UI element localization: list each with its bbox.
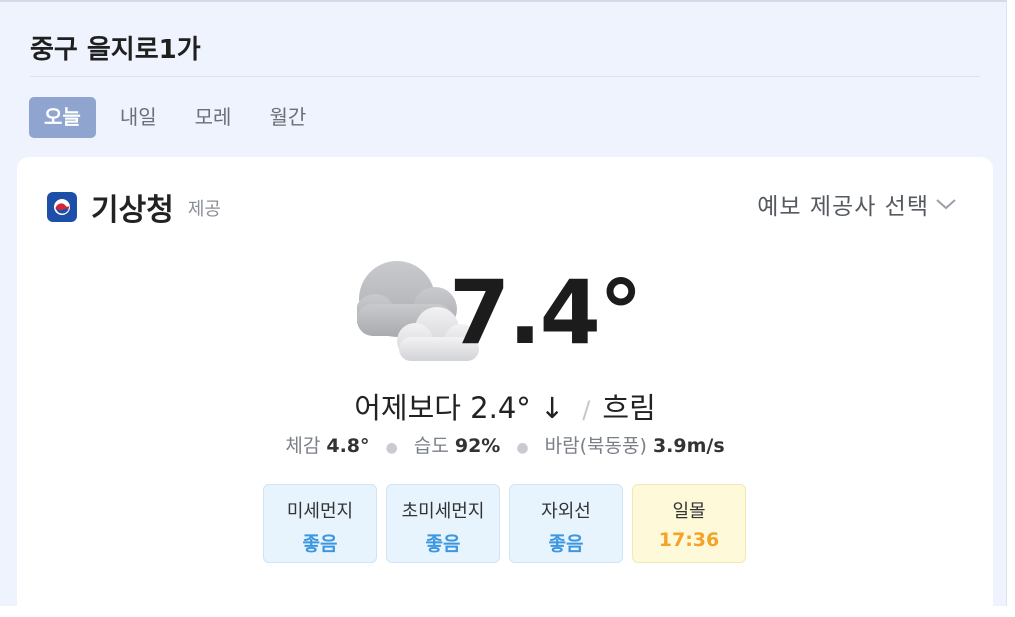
tab-tomorrow[interactable]: 내일 (106, 97, 171, 138)
badge-label: 일몰 (672, 501, 706, 522)
badge-value: 17:36 (658, 529, 720, 551)
dot-separator: ● (516, 440, 529, 456)
tab-today[interactable]: 오늘 (29, 97, 96, 138)
forecast-provider-select[interactable]: 예보 제공사 선택 (757, 187, 957, 221)
day-tabs: 오늘 내일 모레 월간 (29, 97, 330, 138)
humidity-value: 92% (454, 435, 501, 457)
provider-suffix: 제공 (187, 199, 221, 220)
temperature-comparison: 어제보다 2.4° ↓ / 흐림 (17, 385, 993, 427)
indicator-badges: 미세먼지 좋음 초미세먼지 좋음 자외선 좋음 일몰 17:36 (263, 484, 755, 563)
weather-condition: 흐림 (602, 391, 656, 425)
weather-panel: 중구 을지로1가 오늘 내일 모레 월간 기상청 제공 예보 제공사 선택 7.… (0, 0, 1007, 617)
uv-index-badge[interactable]: 자외선 좋음 (509, 484, 623, 563)
badge-value: 좋음 (302, 533, 338, 555)
badge-value: 좋음 (548, 533, 584, 555)
feels-like-value: 4.8° (326, 435, 370, 457)
current-temperature: 7.4° (449, 261, 643, 364)
humidity-label: 습도 (413, 435, 449, 457)
kma-logo-icon (47, 192, 77, 222)
yesterday-comparison: 어제보다 2.4° ↓ (354, 391, 565, 425)
wind-value: 3.9m/s (652, 435, 725, 457)
separator: / (582, 396, 591, 424)
dot-separator: ● (385, 440, 398, 456)
sunset-badge[interactable]: 일몰 17:36 (632, 484, 746, 563)
tab-monthly[interactable]: 월간 (255, 97, 320, 138)
weather-card: 기상청 제공 예보 제공사 선택 7.4° 어제보다 2.4° ↓ / 흐림 체… (17, 157, 993, 617)
feels-like-label: 체감 (285, 435, 321, 457)
ultrafine-dust-badge[interactable]: 초미세먼지 좋음 (386, 484, 500, 563)
badge-label: 미세먼지 (286, 501, 354, 522)
location-title: 중구 을지로1가 (30, 35, 201, 65)
provider-name: 기상청 (91, 193, 174, 228)
wind-label: 바람(북동풍) (544, 435, 647, 457)
provider-info: 기상청 제공 (47, 185, 221, 229)
badge-label: 자외선 (541, 501, 591, 522)
badge-value: 좋음 (425, 533, 461, 555)
tab-day-after-tomorrow[interactable]: 모레 (181, 97, 246, 138)
chevron-down-icon (936, 199, 956, 210)
badge-label: 초미세먼지 (401, 501, 485, 522)
fine-dust-badge[interactable]: 미세먼지 좋음 (263, 484, 377, 563)
divider (30, 76, 980, 77)
forecast-provider-label: 예보 제공사 선택 (757, 194, 929, 220)
weather-details: 체감 4.8° ● 습도 92% ● 바람(북동풍) 3.9m/s (17, 431, 993, 458)
